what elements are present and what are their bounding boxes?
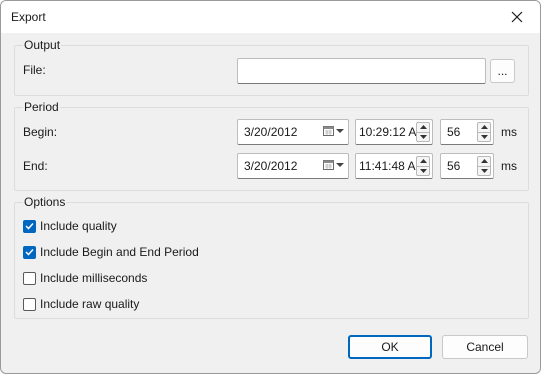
end-time-picker[interactable]: 11:41:48 AI bbox=[355, 153, 433, 179]
file-label: File: bbox=[23, 63, 46, 77]
checkbox-box[interactable] bbox=[23, 219, 36, 233]
calendar-icon bbox=[323, 160, 334, 170]
end-ms-unit: ms bbox=[501, 159, 517, 173]
checkbox-box[interactable] bbox=[23, 245, 36, 259]
chevron-down-icon bbox=[336, 128, 344, 133]
begin-ms-spinner[interactable] bbox=[477, 122, 491, 142]
begin-time-down-button[interactable] bbox=[416, 131, 430, 142]
ok-button[interactable]: OK bbox=[348, 335, 432, 359]
end-time-down-button[interactable] bbox=[416, 165, 430, 176]
begin-ms-unit: ms bbox=[501, 125, 517, 139]
end-ms-down-button[interactable] bbox=[477, 165, 491, 176]
calendar-icon bbox=[323, 126, 334, 136]
begin-date-picker[interactable]: 3/20/2012 bbox=[237, 119, 349, 145]
include-begin-end-period-checkbox[interactable]: Include Begin and End Period bbox=[23, 245, 199, 259]
spin-up-icon bbox=[480, 125, 488, 130]
checkmark-icon bbox=[25, 248, 34, 256]
include-raw-quality-checkbox[interactable]: Include raw quality bbox=[23, 297, 139, 311]
output-group-title: Output bbox=[23, 38, 62, 52]
end-label: End: bbox=[23, 159, 48, 173]
begin-time-up-button[interactable] bbox=[416, 122, 430, 132]
spin-down-icon bbox=[480, 168, 488, 173]
chevron-down-icon bbox=[336, 162, 344, 167]
spin-up-icon bbox=[419, 125, 427, 130]
end-time-spinner[interactable] bbox=[416, 156, 430, 176]
checkbox-box[interactable] bbox=[23, 271, 36, 285]
browse-button[interactable]: ... bbox=[490, 59, 515, 83]
close-button[interactable] bbox=[494, 1, 540, 33]
spin-up-icon bbox=[419, 159, 427, 164]
begin-ms-down-button[interactable] bbox=[477, 131, 491, 142]
end-date-value: 3/20/2012 bbox=[244, 159, 298, 173]
begin-date-value: 3/20/2012 bbox=[244, 125, 298, 139]
begin-time-picker[interactable]: 10:29:12 AI bbox=[355, 119, 433, 145]
checkmark-icon bbox=[25, 222, 34, 230]
checkbox-label: Include Begin and End Period bbox=[40, 245, 199, 259]
spin-down-icon bbox=[480, 134, 488, 139]
end-time-up-button[interactable] bbox=[416, 156, 430, 166]
spin-up-icon bbox=[480, 159, 488, 164]
spin-down-icon bbox=[419, 134, 427, 139]
begin-ms-input[interactable]: 56 bbox=[440, 119, 494, 145]
include-quality-checkbox[interactable]: Include quality bbox=[23, 219, 117, 233]
begin-time-spinner[interactable] bbox=[416, 122, 430, 142]
checkbox-label: Include quality bbox=[40, 219, 117, 233]
end-ms-value: 56 bbox=[447, 159, 461, 173]
file-input[interactable] bbox=[237, 58, 486, 84]
begin-ms-value: 56 bbox=[447, 125, 461, 139]
checkbox-label: Include milliseconds bbox=[40, 271, 148, 285]
title-bar: Export bbox=[1, 1, 540, 33]
end-time-value: 11:41:48 AI bbox=[359, 159, 416, 173]
checkbox-box[interactable] bbox=[23, 297, 36, 311]
include-milliseconds-checkbox[interactable]: Include milliseconds bbox=[23, 271, 147, 285]
window-title: Export bbox=[11, 10, 46, 24]
end-ms-up-button[interactable] bbox=[477, 156, 491, 166]
options-group-title: Options bbox=[23, 195, 67, 209]
end-date-picker[interactable]: 3/20/2012 bbox=[237, 153, 349, 179]
begin-label: Begin: bbox=[23, 125, 58, 139]
close-icon bbox=[511, 11, 523, 23]
begin-time-value: 10:29:12 AI bbox=[359, 125, 416, 139]
end-ms-spinner[interactable] bbox=[477, 156, 491, 176]
cancel-button[interactable]: Cancel bbox=[442, 335, 528, 359]
checkbox-label: Include raw quality bbox=[40, 297, 140, 311]
begin-ms-up-button[interactable] bbox=[477, 122, 491, 132]
end-ms-input[interactable]: 56 bbox=[440, 153, 494, 179]
spin-down-icon bbox=[419, 168, 427, 173]
export-dialog: Export Output File: ... Period Begin: 3/… bbox=[0, 0, 541, 374]
period-group-title: Period bbox=[23, 100, 60, 114]
